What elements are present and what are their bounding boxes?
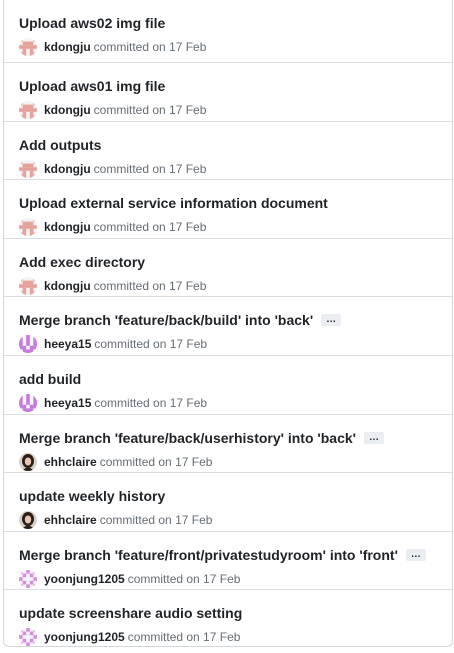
avatar[interactable] — [19, 159, 37, 178]
kdongju-identicon — [19, 159, 37, 178]
commit-title-line: Add outputs — [19, 135, 437, 155]
commit-meta: yoonjung1205 committed on 17 Feb — [19, 627, 437, 646]
commit-meta: kdongju committed on 17 Feb — [19, 100, 437, 120]
author-link[interactable]: yoonjung1205 — [44, 630, 125, 644]
author-link[interactable]: kdongju — [44, 220, 91, 234]
commit-meta: kdongju committed on 17 Feb — [19, 276, 437, 296]
commit-row: Merge branch 'feature/back/build' into '… — [4, 297, 452, 356]
commit-meta: yoonjung1205 committed on 17 Feb — [19, 569, 437, 589]
commit-title-link[interactable]: Upload aws01 img file — [19, 78, 165, 94]
avatar[interactable] — [19, 335, 37, 354]
author-link[interactable]: ehhclaire — [44, 513, 97, 527]
committed-date: committed on 17 Feb — [99, 454, 213, 469]
avatar[interactable] — [19, 393, 37, 412]
commit-title-line: Upload aws02 img file — [19, 13, 437, 33]
commit-title-link[interactable]: add build — [19, 371, 81, 387]
author-link[interactable]: yoonjung1205 — [44, 572, 125, 586]
committed-date: committed on 17 Feb — [93, 103, 207, 117]
commit-meta: kdongju committed on 17 Feb — [19, 159, 437, 179]
heeya15-identicon — [19, 335, 37, 354]
commit-title-line: Add exec directory — [19, 252, 437, 272]
heeya15-identicon — [19, 393, 37, 412]
committed-date: committed on 17 Feb — [127, 630, 241, 645]
avatar[interactable] — [19, 511, 37, 530]
kdongju-identicon — [19, 276, 37, 295]
avatar[interactable] — [19, 569, 37, 588]
commit-meta: kdongju committed on 17 Feb — [19, 217, 437, 237]
commit-title-line: update weekly history — [19, 486, 437, 506]
commit-title-line: Merge branch 'feature/front/privatestudy… — [19, 545, 437, 565]
commit-meta: ehhclaire committed on 17 Feb — [19, 510, 437, 530]
author-link[interactable]: ehhclaire — [44, 455, 97, 469]
commit-title-link[interactable]: Upload external service information docu… — [19, 195, 328, 211]
commit-title-line: Upload aws01 img file — [19, 76, 437, 96]
yoonjung1205-identicon — [19, 569, 37, 588]
commit-row: Upload external service information docu… — [4, 180, 452, 239]
committed-date: committed on 17 Feb — [93, 40, 207, 54]
kdongju-identicon — [19, 218, 37, 237]
commit-title-link[interactable]: Merge branch 'feature/back/userhistory' … — [19, 430, 356, 446]
committed-date: committed on 17 Feb — [127, 571, 241, 586]
commit-row: Upload aws02 img file kdongju committed … — [4, 0, 452, 63]
avatar[interactable] — [19, 101, 37, 119]
author-link[interactable]: kdongju — [44, 103, 91, 117]
kdongju-identicon — [19, 101, 37, 119]
expand-message-button[interactable]: … — [363, 431, 384, 444]
committed-date: committed on 17 Feb — [94, 337, 208, 352]
commit-meta: heeya15 committed on 17 Feb — [19, 334, 437, 354]
commit-title-link[interactable]: Add exec directory — [19, 254, 145, 270]
committed-date: committed on 17 Feb — [99, 513, 213, 528]
avatar[interactable] — [19, 276, 37, 295]
commit-row: Merge branch 'feature/back/userhistory' … — [4, 415, 452, 474]
commit-meta: heeya15 committed on 17 Feb — [19, 393, 437, 413]
avatar[interactable] — [19, 628, 37, 646]
avatar[interactable] — [19, 218, 37, 237]
commit-row: Upload aws01 img file kdongju committed … — [4, 63, 452, 122]
commit-row: Merge branch 'feature/front/privatestudy… — [4, 532, 452, 591]
expand-message-button[interactable]: … — [405, 548, 426, 561]
committed-date: committed on 17 Feb — [93, 220, 207, 235]
commit-row: update screenshare audio setting yoonjun… — [4, 590, 452, 646]
author-link[interactable]: heeya15 — [44, 396, 91, 410]
commit-title-link[interactable]: Merge branch 'feature/back/build' into '… — [19, 312, 313, 328]
kdongju-identicon — [19, 38, 37, 56]
commit-meta: ehhclaire committed on 17 Feb — [19, 452, 437, 472]
avatar[interactable] — [19, 38, 37, 56]
commit-title-link[interactable]: update screenshare audio setting — [19, 605, 242, 621]
committed-date: committed on 17 Feb — [93, 278, 207, 293]
committed-date: committed on 17 Feb — [93, 161, 207, 176]
author-link[interactable]: heeya15 — [44, 337, 91, 351]
avatar[interactable] — [19, 452, 37, 471]
ehhclaire-photo — [19, 511, 37, 530]
commit-list: Upload aws02 img file kdongju committed … — [3, 0, 453, 647]
commit-title-line: Upload external service information docu… — [19, 193, 437, 213]
commit-row: update weekly history ehhclaire committe… — [4, 473, 452, 532]
commit-row: Add exec directory kdongju committed on … — [4, 239, 452, 298]
commit-title-line: Merge branch 'feature/back/userhistory' … — [19, 428, 437, 448]
ehhclaire-photo — [19, 452, 37, 471]
author-link[interactable]: kdongju — [44, 162, 91, 176]
commit-title-line: add build — [19, 369, 437, 389]
expand-message-button[interactable]: … — [321, 314, 342, 327]
commit-title-link[interactable]: Upload aws02 img file — [19, 15, 165, 31]
commit-title-link[interactable]: update weekly history — [19, 488, 165, 504]
commit-row: add build heeya15 committed on 17 Feb — [4, 356, 452, 415]
committed-date: committed on 17 Feb — [94, 395, 208, 410]
commit-title-line: update screenshare audio setting — [19, 603, 437, 623]
commit-row: Add outputs kdongju committed on 17 Feb — [4, 122, 452, 181]
commit-title-link[interactable]: Merge branch 'feature/front/privatestudy… — [19, 547, 398, 563]
commit-meta: kdongju committed on 17 Feb — [19, 37, 437, 57]
commit-title-line: Merge branch 'feature/back/build' into '… — [19, 310, 437, 330]
author-link[interactable]: kdongju — [44, 40, 91, 54]
author-link[interactable]: kdongju — [44, 279, 91, 293]
commit-title-link[interactable]: Add outputs — [19, 137, 101, 153]
yoonjung1205-identicon — [19, 628, 37, 646]
